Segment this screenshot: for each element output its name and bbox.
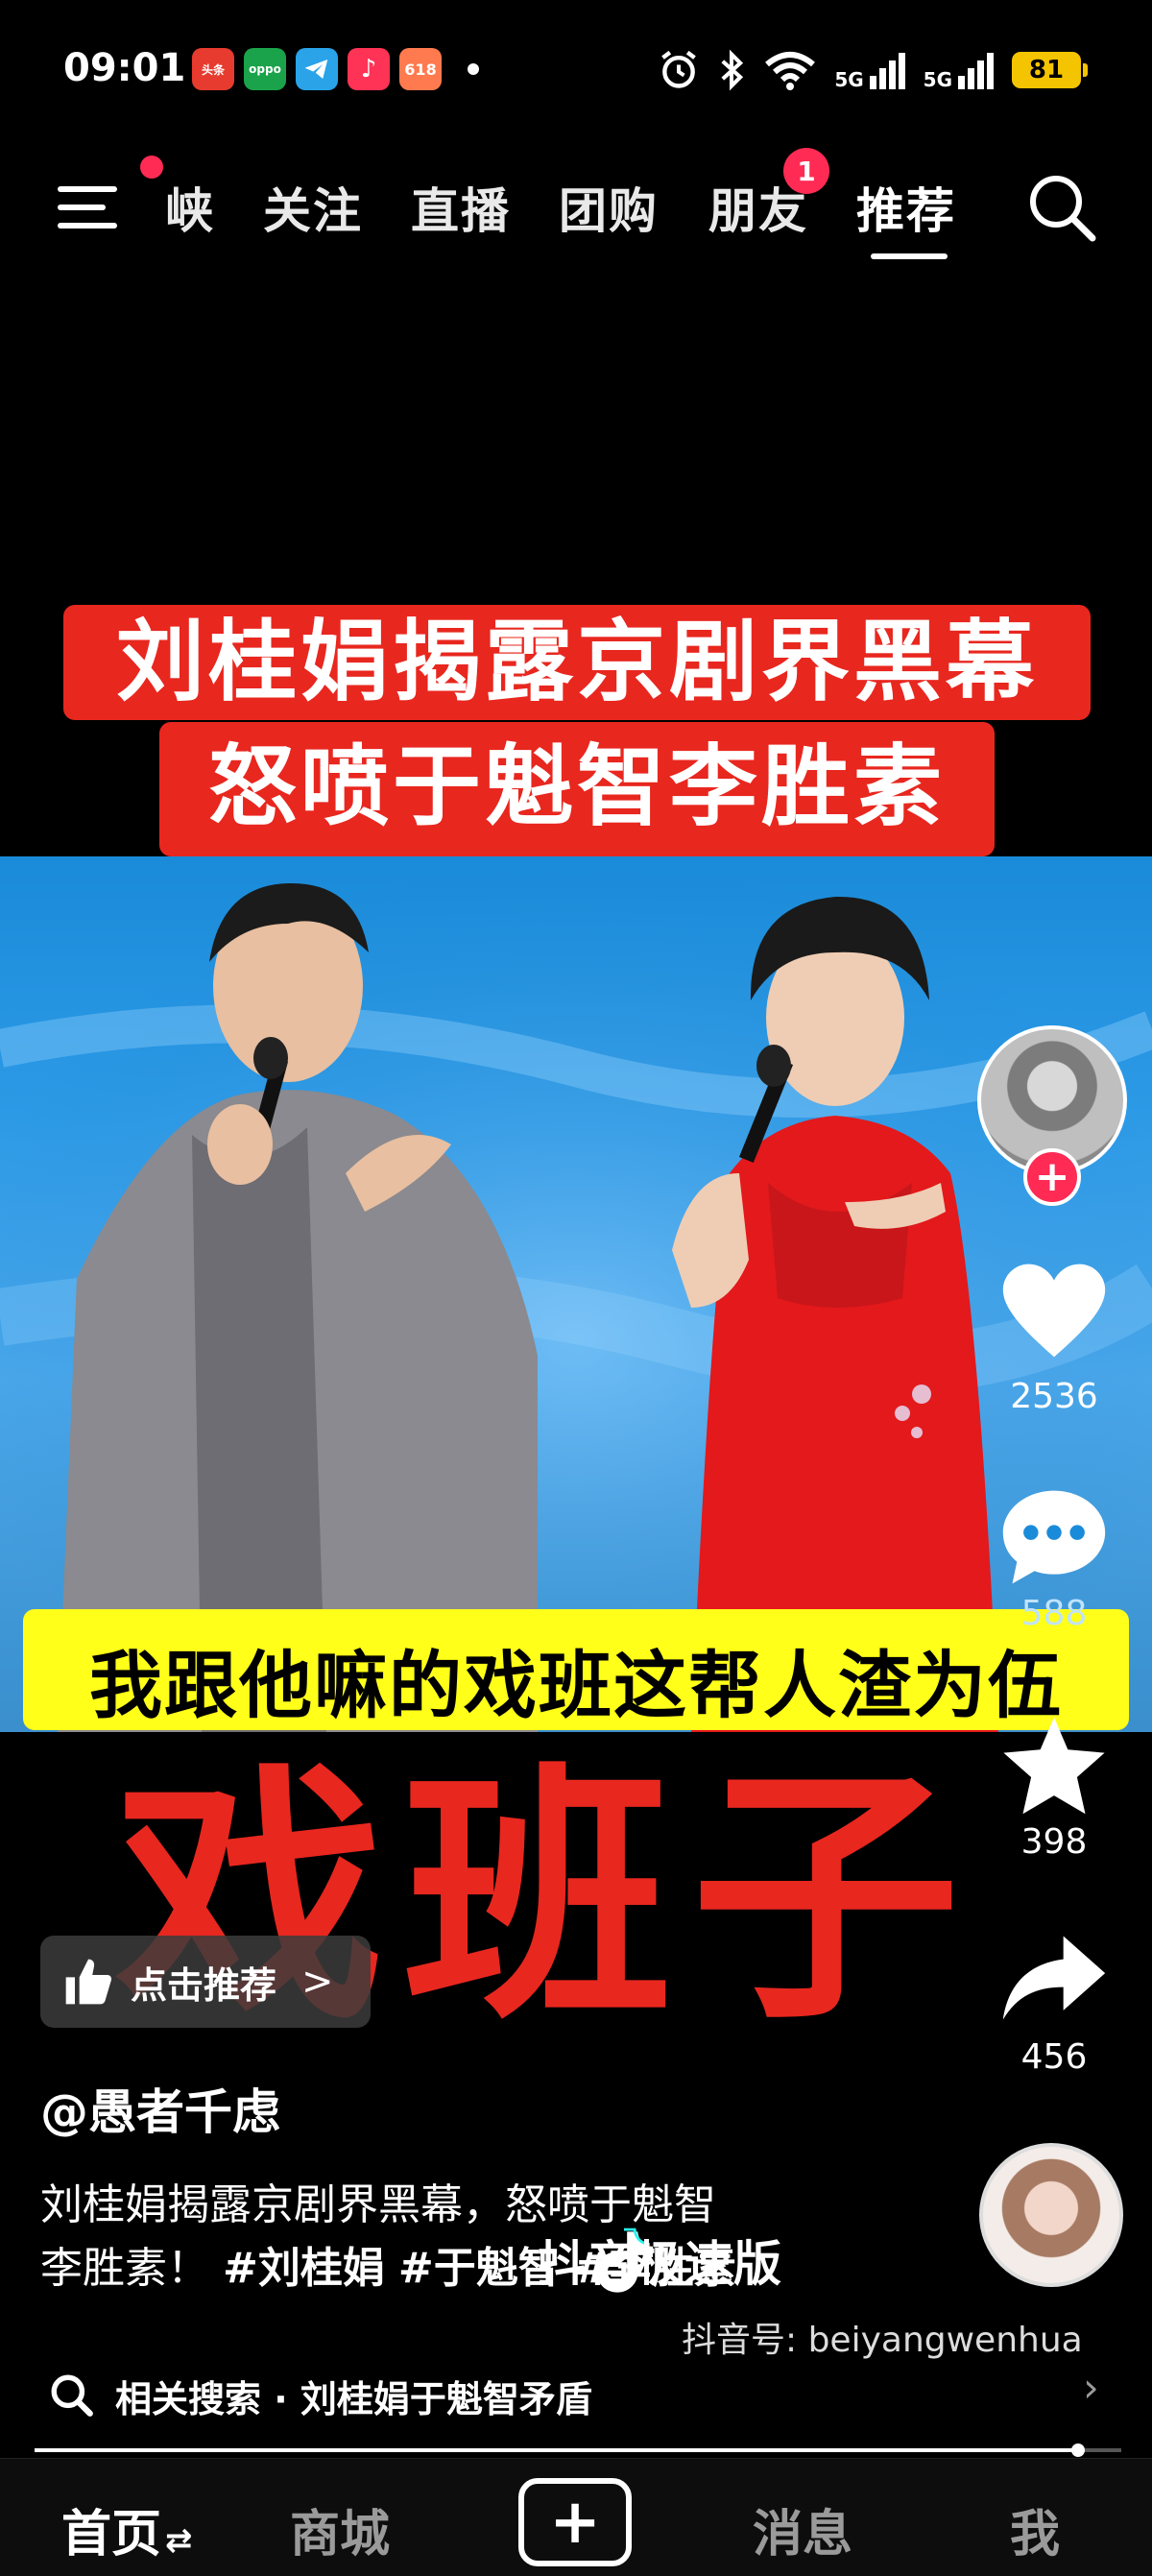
headline-line-1: 刘桂娟揭露京剧界黑幕 [115,611,1038,713]
recommend-pill-label: 点击推荐 [131,1963,277,2007]
bottom-tab-messages[interactable]: 消息 [753,2493,852,2565]
bottom-tab-home-label: 首页 [61,2506,162,2564]
subtitle-text: 我跟他嘛的戏班这帮人渣为伍 [89,1643,1063,1728]
toutiao-app-icon: 头条 [192,48,234,90]
tab-following[interactable]: 关注 [263,173,363,242]
share-arrow-icon[interactable] [998,1930,1110,2026]
signal-1-label: 5G [834,68,864,91]
favorite-count: 398 [1020,1822,1088,1862]
signal-2-icon: 5G [924,51,995,89]
telegram-app-icon [296,48,338,90]
like-count: 2536 [1010,1377,1098,1416]
caption-line-2-text: 李胜素！ [40,2244,209,2293]
chevron-right-icon: › [1083,2364,1099,2411]
recommend-pill-button[interactable]: 点击推荐 > [40,1936,371,2028]
comment-icon[interactable] [998,1484,1110,1590]
share-count: 456 [1020,2037,1088,2077]
friends-badge: 1 [783,148,829,194]
tab-local[interactable]: 峡 [165,173,215,242]
battery-indicator: 81 [1012,52,1088,88]
alarm-icon [661,50,697,88]
video-progress-fill [35,2448,1078,2452]
related-search-text: 相关搜索 · 刘桂娟于魁智矛盾 [115,2378,592,2420]
search-icon[interactable] [1025,171,1098,244]
like-heart-icon[interactable] [998,1258,1110,1363]
bottom-tab-mall[interactable]: 商城 [290,2493,390,2565]
bottom-tab-home[interactable]: 首页 ⇄ [61,2493,193,2565]
headline-banner-1: 刘桂娟揭露京剧界黑幕 [63,605,1091,720]
menu-notification-dot [140,156,163,179]
bottom-navigation: 首页 ⇄ 商城 + 消息 我 [0,2458,1152,2576]
chevron-right-icon: > [301,1960,334,2004]
signal-1-icon: 5G [834,51,905,89]
search-icon [51,2374,93,2417]
comment-count: 588 [1020,1594,1088,1633]
follow-button[interactable]: + [1023,1148,1081,1206]
headline-banner-2: 怒喷于魁智李胜素 [159,722,995,856]
app-watermark-brand: 抖音极速版 [538,2236,782,2292]
bluetooth-icon [721,49,744,91]
music-disc-avatar[interactable] [979,2143,1123,2287]
status-time: 09:01 [63,46,186,90]
oppo-app-icon: oppo [244,48,286,90]
switch-arrows-icon: ⇄ [165,2521,193,2560]
video-progress-bar[interactable] [35,2444,1121,2457]
signal-2-label: 5G [923,68,952,91]
video-progress-handle[interactable] [1070,2444,1085,2457]
active-tab-indicator [871,253,948,259]
headline-line-2: 怒喷于魁智李胜素 [207,735,946,838]
tab-group-buy[interactable]: 团购 [559,173,659,242]
author-name[interactable]: @愚者千虑 [40,2074,280,2143]
wifi-icon [765,52,816,90]
status-bar: 09:01 头条 oppo ♪ 618 5G 5G 81 [0,0,1152,144]
tab-recommend[interactable]: 推荐 [856,173,956,242]
tab-live[interactable]: 直播 [411,173,511,242]
status-icons: 5G 5G 81 [658,46,1088,94]
hashtag-link[interactable]: #于魁智 [398,2244,561,2293]
shop-618-app-icon: 618 [399,48,442,90]
music-app-icon: ♪ [348,48,390,90]
create-post-button[interactable]: + [518,2478,632,2566]
favorite-star-icon[interactable] [998,1713,1110,1818]
notification-dot [468,63,479,75]
bottom-tab-me[interactable]: 我 [1010,2493,1060,2565]
related-search-bar[interactable]: 相关搜索 · 刘桂娟于魁智矛盾 › [0,2354,1152,2427]
menu-icon[interactable] [56,181,119,234]
thumbs-up-icon [65,1959,112,2005]
subtitle-banner: 我跟他嘛的戏班这帮人渣为伍 [23,1609,1129,1730]
caption-line-1: 刘桂娟揭露京剧界黑幕，怒喷于魁智 [40,2180,716,2229]
hashtag-link[interactable]: #刘桂娟 [223,2244,385,2293]
